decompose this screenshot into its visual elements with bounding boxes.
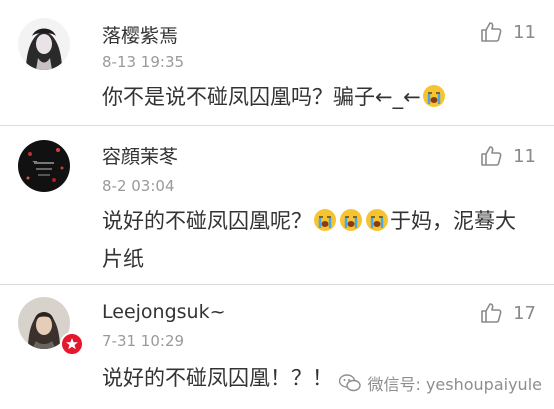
like-button[interactable]: 11 (479, 144, 536, 168)
comment-time: 7-31 10:29 (102, 332, 185, 350)
comment-author[interactable]: 容顔茉苳 (102, 142, 178, 169)
comment-text-content: 你不是说不碰凤囚凰吗？骗子←_← (102, 85, 421, 109)
comment-time: 8-13 19:35 (102, 53, 185, 71)
comment-item: ~ 容顔茉苳 8-2 03:04 说好的不碰凤囚凰呢？于妈，泥蓦大片纸 11 (0, 126, 554, 284)
avatar[interactable] (18, 18, 70, 70)
avatar[interactable]: ~ (18, 140, 70, 192)
thumbs-up-icon (481, 146, 502, 166)
like-button[interactable]: 11 (479, 20, 536, 44)
verified-badge (60, 332, 84, 356)
like-count: 11 (513, 145, 536, 167)
crying-face-icon (365, 206, 389, 231)
comment-text-part: 说好的不碰凤囚凰呢？ (102, 209, 312, 233)
thumbs-up-icon (481, 22, 502, 42)
comment-time: 8-2 03:04 (102, 177, 175, 195)
comment-text: 说好的不碰凤囚凰呢？ 于妈，泥蓦大片纸 (102, 202, 522, 278)
crying-face-icon (422, 82, 446, 107)
like-button[interactable]: 17 (479, 301, 536, 325)
like-count: 11 (513, 21, 536, 43)
watermark: 微信号: yeshoupaiyule (339, 371, 542, 395)
comment-item: 落樱紫焉 8-13 19:35 你不是说不碰凤囚凰吗？骗子←_← 11 (0, 0, 554, 125)
like-count: 17 (513, 302, 536, 324)
star-icon (66, 338, 78, 350)
comment-author[interactable]: Leejongsuk~ (102, 301, 226, 323)
comment-author[interactable]: 落樱紫焉 (102, 21, 178, 48)
crying-face-icon (313, 206, 337, 231)
wechat-icon (339, 374, 362, 392)
crying-face-icon (339, 206, 363, 231)
watermark-text: 微信号: yeshoupaiyule (367, 375, 542, 394)
thumbs-up-icon (481, 303, 502, 323)
comment-text: 你不是说不碰凤囚凰吗？骗子←_← (102, 78, 522, 116)
